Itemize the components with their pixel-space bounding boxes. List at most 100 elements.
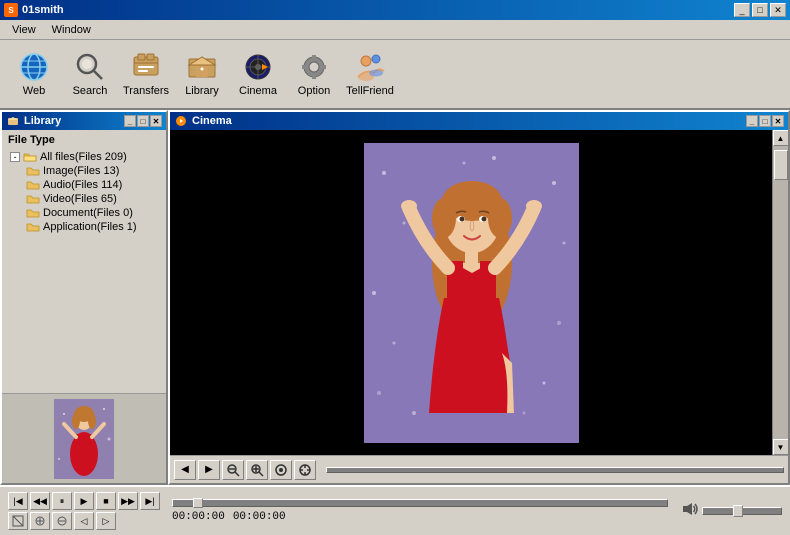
volume-thumb[interactable]: [733, 505, 743, 517]
folder-open-icon: [23, 151, 37, 163]
tree-application-label: Application(Files 1): [43, 221, 137, 233]
library-maximize-button[interactable]: □: [137, 115, 149, 127]
cinema-panel-controls: _ □ ✕: [746, 115, 784, 127]
extra-btn-1[interactable]: [8, 512, 28, 530]
library-minimize-button[interactable]: _: [124, 115, 136, 127]
extra-btn-5[interactable]: ▷: [96, 512, 116, 530]
volume-track[interactable]: [702, 507, 782, 515]
tree-item-audio[interactable]: Audio(Files 114): [26, 178, 162, 192]
tree-document-label: Document(Files 0): [43, 207, 133, 219]
file-type-label: File Type: [2, 130, 166, 150]
playback-controls: |◀ ◀◀ ⏸ ▶ ■ ▶▶ ▶|: [8, 492, 160, 530]
toolbar-option-button[interactable]: Option: [288, 44, 340, 104]
toolbar-library-button[interactable]: Library: [176, 44, 228, 104]
play-button[interactable]: ▶: [74, 492, 94, 510]
toolbar-web-button[interactable]: Web: [8, 44, 60, 104]
toolbar-tellfriend-button[interactable]: TellFriend: [344, 44, 396, 104]
title-bar: S 01smith _ □ ✕: [0, 0, 790, 20]
cinema-fit-button[interactable]: [270, 460, 292, 480]
cinema-toolbar: ◀ ▶: [170, 455, 788, 483]
scroll-down-button[interactable]: ▼: [773, 439, 789, 455]
next-frame-button[interactable]: ▶|: [140, 492, 160, 510]
library-thumbnail: [2, 393, 166, 483]
cinema-title-bar: Cinema _ □ ✕: [170, 112, 788, 130]
playback-row-2: ◁ ▷: [8, 512, 160, 530]
app-icon: S: [4, 3, 18, 17]
thumbnail-image: [54, 399, 114, 479]
bottom-area: 00:00:00 00:00:00: [172, 499, 668, 523]
tree-root-label: All files(Files 209): [40, 151, 127, 163]
cinema-panel: Cinema _ □ ✕: [168, 110, 790, 485]
progress-thumb[interactable]: [193, 498, 203, 508]
extra-btn-2[interactable]: [30, 512, 50, 530]
cinema-fullscreen-button[interactable]: [294, 460, 316, 480]
toolbar-search-button[interactable]: Search: [64, 44, 116, 104]
cinema-zoom-out-button[interactable]: [222, 460, 244, 480]
tree-expand-root[interactable]: -: [10, 152, 20, 162]
panels-row: Library _ □ ✕ File Type -: [0, 110, 790, 485]
cinema-zoom-in-button[interactable]: [246, 460, 268, 480]
cinema-content: [170, 130, 772, 455]
library-panel: Library _ □ ✕ File Type -: [0, 110, 168, 485]
tree-item-document[interactable]: Document(Files 0): [26, 206, 162, 220]
library-close-button[interactable]: ✕: [150, 115, 162, 127]
library-title-bar: Library _ □ ✕: [2, 112, 166, 130]
folder-icon-image: [26, 165, 40, 177]
app-title: 01smith: [22, 4, 64, 16]
folder-icon-application: [26, 221, 40, 233]
minimize-button[interactable]: _: [734, 3, 750, 17]
progress-track[interactable]: [172, 499, 668, 507]
menu-view[interactable]: View: [4, 22, 44, 38]
bottom-controls: |◀ ◀◀ ⏸ ▶ ■ ▶▶ ▶|: [0, 485, 790, 535]
stop-button[interactable]: ■: [96, 492, 116, 510]
time-current: 00:00:00: [172, 511, 225, 523]
search-icon: [74, 51, 106, 83]
volume-icon: [680, 499, 700, 524]
menu-window[interactable]: Window: [44, 22, 99, 38]
option-icon: [298, 51, 330, 83]
playback-row-1: |◀ ◀◀ ⏸ ▶ ■ ▶▶ ▶|: [8, 492, 160, 510]
scroll-up-button[interactable]: ▲: [773, 130, 789, 146]
cinema-close-button[interactable]: ✕: [772, 115, 784, 127]
step-back-button[interactable]: ◀◀: [30, 492, 50, 510]
pause-button[interactable]: ⏸: [52, 492, 72, 510]
toolbar-cinema-button[interactable]: Cinema: [232, 44, 284, 104]
option-label: Option: [298, 85, 330, 97]
step-fwd-button[interactable]: ▶▶: [118, 492, 138, 510]
folder-icon-audio: [26, 179, 40, 191]
cinema-progress-bar[interactable]: [326, 467, 784, 473]
scroll-track[interactable]: [773, 146, 789, 439]
close-button[interactable]: ✕: [770, 3, 786, 17]
tellfriend-label: TellFriend: [346, 85, 394, 97]
extra-btn-3[interactable]: [52, 512, 72, 530]
tree-audio-label: Audio(Files 114): [43, 179, 122, 191]
cinema-back-button[interactable]: ◀: [174, 460, 196, 480]
tree-item-root[interactable]: - All files(Files 209): [10, 150, 162, 164]
tree-video-label: Video(Files 65): [43, 193, 117, 205]
cinema-image: [364, 143, 579, 443]
toolbar: Web Search Transfers: [0, 40, 790, 110]
library-panel-controls: _ □ ✕: [124, 115, 162, 127]
tree-children: Image(Files 13) Audio(Files 114): [26, 164, 162, 234]
cinema-scrollbar[interactable]: ▲ ▼: [772, 130, 788, 455]
tree-item-video[interactable]: Video(Files 65): [26, 192, 162, 206]
tree-image-label: Image(Files 13): [43, 165, 119, 177]
extra-btn-4[interactable]: ◁: [74, 512, 94, 530]
cinema-label: Cinema: [239, 85, 277, 97]
time-total: 00:00:00: [233, 511, 286, 523]
cinema-panel-icon: [174, 114, 188, 128]
library-panel-icon: [6, 114, 20, 128]
tree-item-application[interactable]: Application(Files 1): [26, 220, 162, 234]
cinema-forward-button[interactable]: ▶: [198, 460, 220, 480]
cinema-maximize-button[interactable]: □: [759, 115, 771, 127]
scroll-thumb[interactable]: [774, 150, 788, 180]
prev-frame-button[interactable]: |◀: [8, 492, 28, 510]
cinema-minimize-button[interactable]: _: [746, 115, 758, 127]
transfers-icon: [130, 51, 162, 83]
volume-area: [680, 499, 782, 524]
library-label: Library: [185, 85, 219, 97]
web-label: Web: [23, 85, 45, 97]
tree-item-image[interactable]: Image(Files 13): [26, 164, 162, 178]
toolbar-transfers-button[interactable]: Transfers: [120, 44, 172, 104]
maximize-button[interactable]: □: [752, 3, 768, 17]
